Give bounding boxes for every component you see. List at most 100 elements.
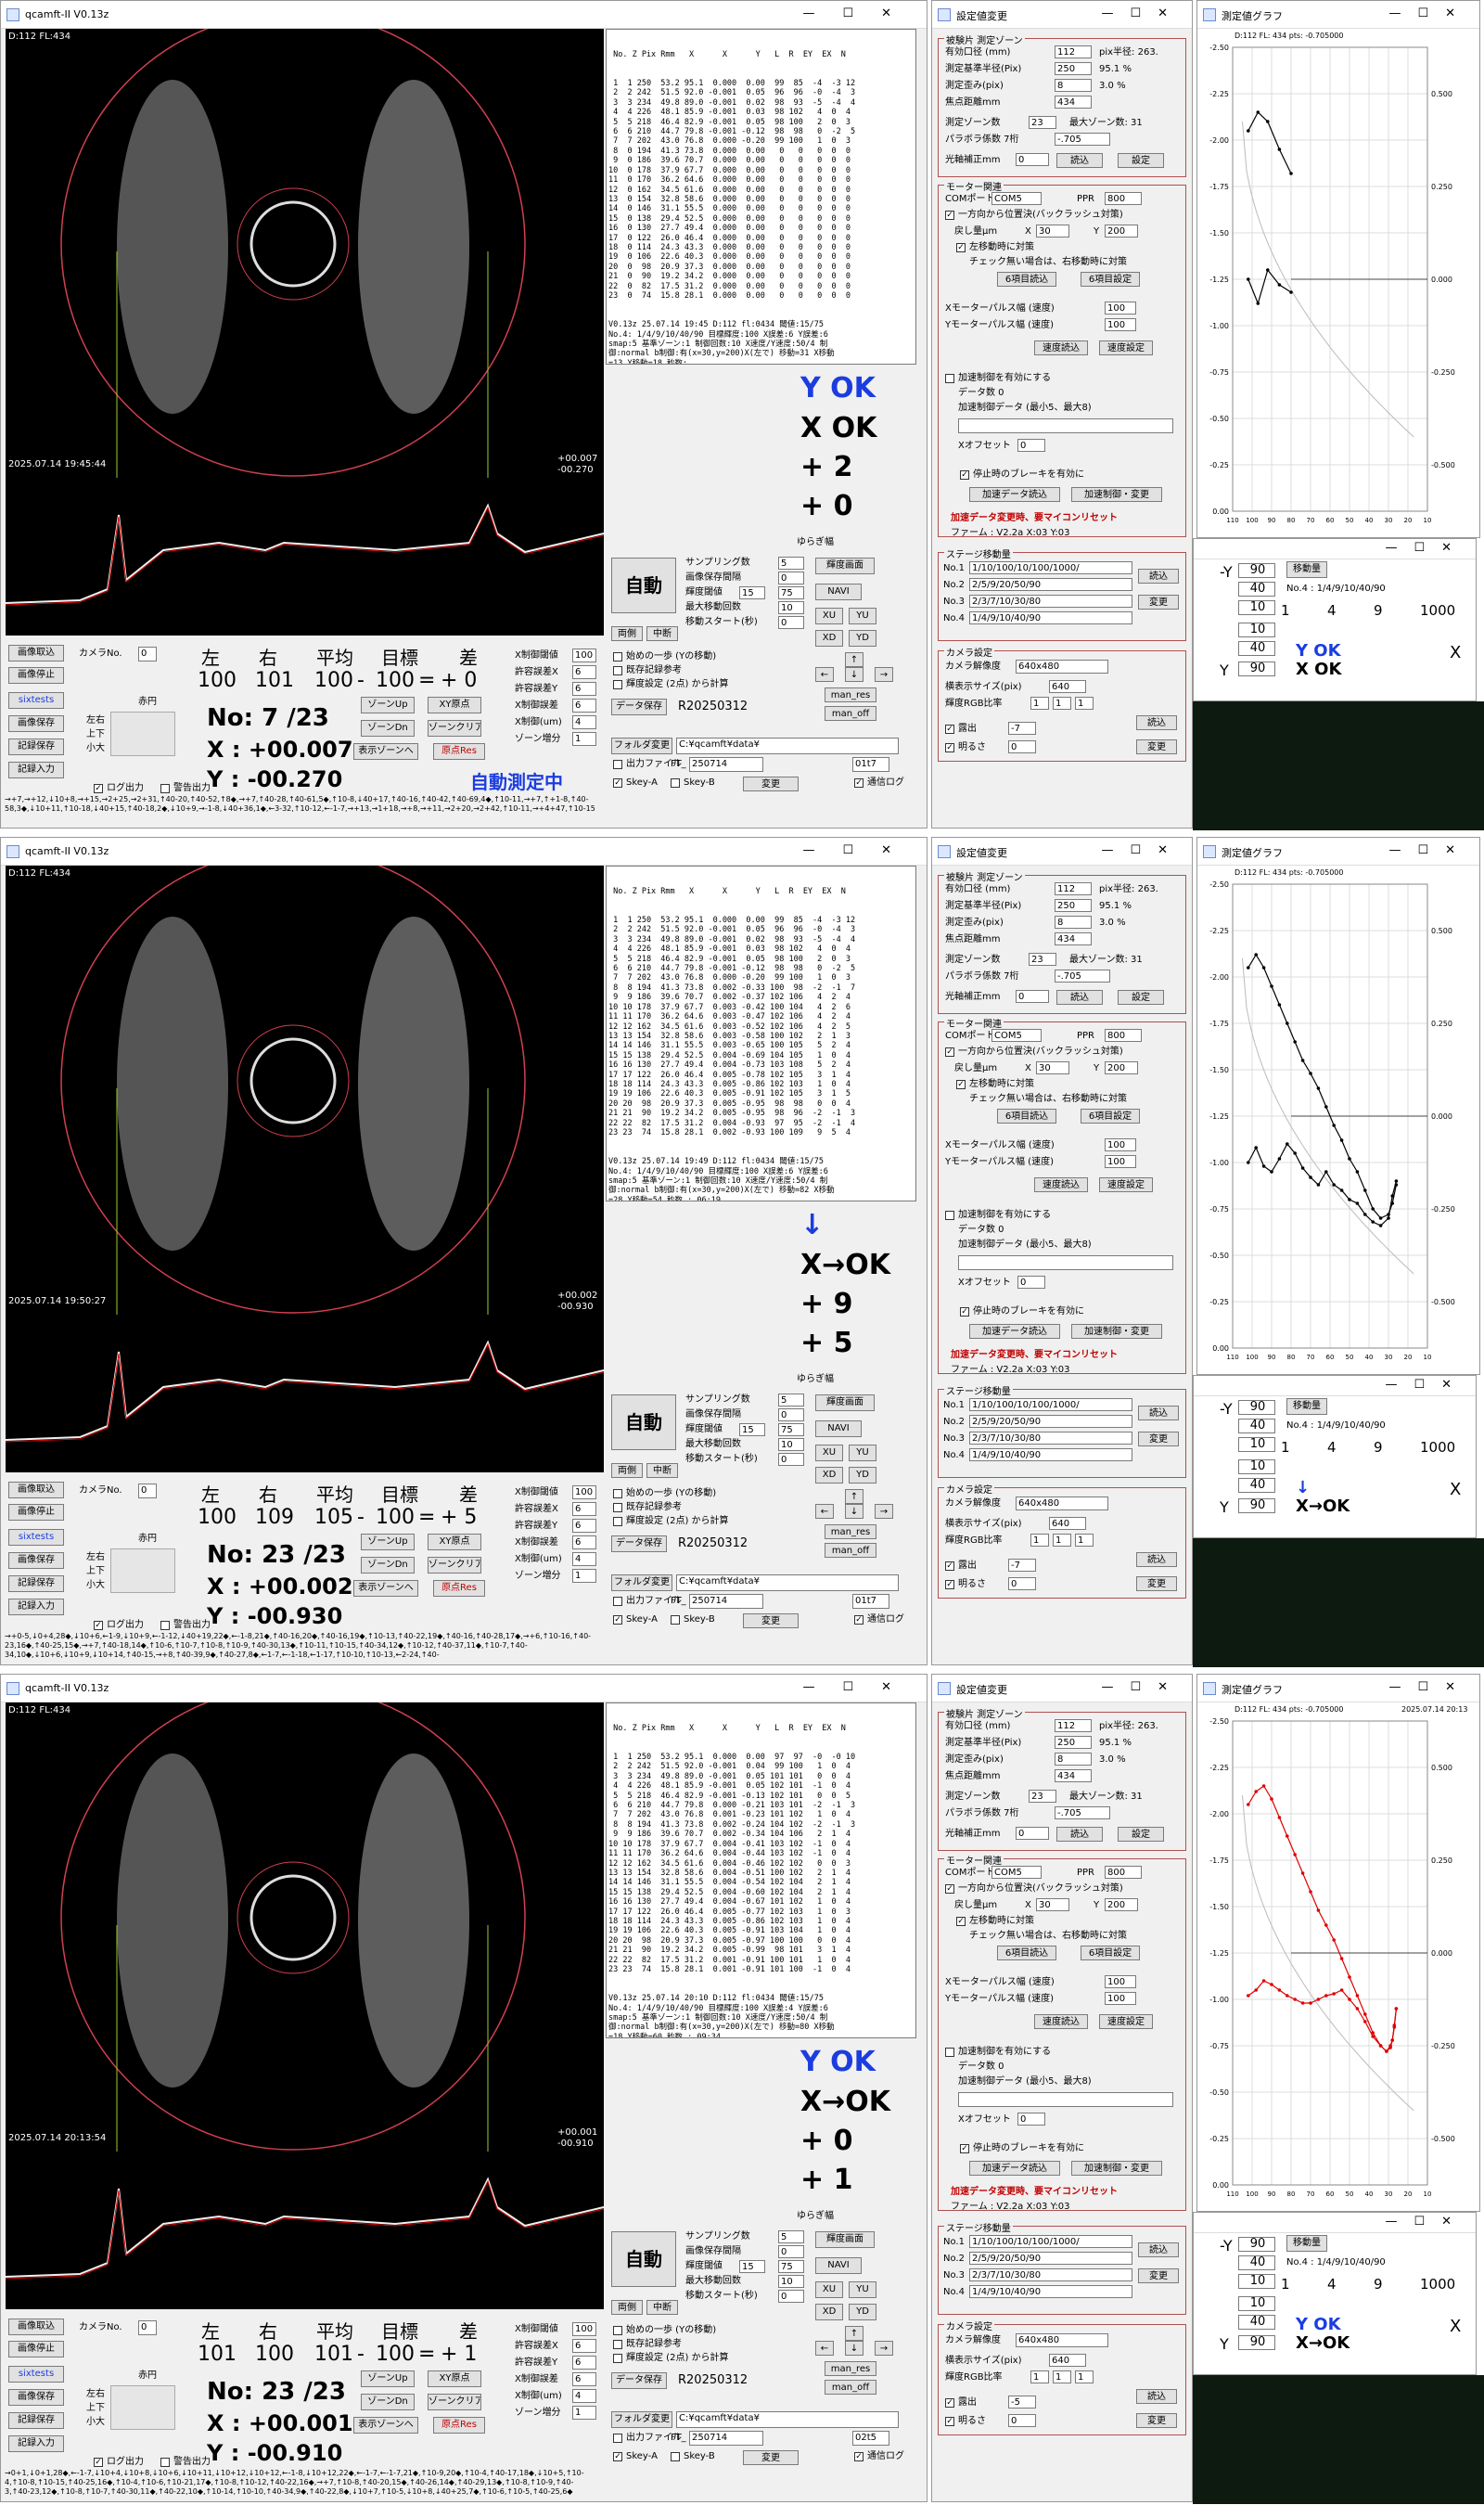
middle-button[interactable]: 中断	[646, 2300, 678, 2315]
accel-set-button[interactable]: 加速制御・変更	[1071, 1324, 1162, 1339]
max-move-input[interactable]: 10	[778, 1438, 804, 1451]
xy-steps[interactable]: 1 4 9 1000	[1281, 602, 1476, 619]
cam-read-button[interactable]: 読込	[1136, 1552, 1177, 1567]
zone-clear-button[interactable]: ゾーンクリア	[428, 720, 481, 737]
oneway-checkbox[interactable]: ✓	[945, 211, 954, 220]
settings-maximize-icon[interactable]: ☐	[1130, 843, 1158, 857]
bright-max-input[interactable]: 100	[572, 2322, 596, 2336]
save-image-button[interactable]: 画像保存	[8, 2389, 64, 2406]
up-arrow-button[interactable]: ↑	[845, 2326, 864, 2341]
light-corr-input[interactable]: 0	[1016, 1827, 1049, 1840]
xy-origin-button[interactable]: XY原点	[428, 2370, 481, 2387]
window-controls[interactable]: —☐✕	[802, 1680, 919, 1694]
accel-checkbox[interactable]	[945, 1211, 954, 1220]
show-zone-button[interactable]: 表示ゾーンへ	[353, 1580, 418, 1597]
xmove-input[interactable]: 4	[572, 2389, 596, 2403]
both-side-button[interactable]: 両側	[611, 1463, 643, 1478]
ppr-input[interactable]: 800	[1105, 1866, 1142, 1879]
move-start-input[interactable]: 0	[778, 616, 804, 629]
exposure-checkbox[interactable]: ✓	[945, 2398, 954, 2408]
cam-read-button[interactable]: 読込	[1136, 2389, 1177, 2404]
zone-dn-button[interactable]: ゾーンDn	[361, 2394, 415, 2410]
speed-set-button[interactable]: 速度設定	[1099, 340, 1153, 355]
six-read-button[interactable]: 6項目読込	[997, 1109, 1056, 1124]
warn-out-checkbox[interactable]	[160, 1621, 170, 1630]
minimize-icon[interactable]: —	[802, 6, 842, 20]
skey-a-checkbox[interactable]: ✓	[613, 778, 622, 788]
zone-up-button[interactable]: ゾーンUp	[361, 1534, 415, 1550]
xy-move-button[interactable]: 移動量	[1286, 1398, 1327, 1415]
xd-button[interactable]: XD	[815, 630, 843, 647]
bright-screen-button[interactable]: 輝度画面	[815, 558, 875, 574]
sixtests-button[interactable]: sixtests	[8, 2366, 64, 2383]
accel-read-button[interactable]: 加速データ読込	[969, 1324, 1060, 1339]
graph-close-icon[interactable]: ✕	[1445, 843, 1472, 857]
leftmove-checkbox[interactable]: ✓	[956, 243, 966, 252]
folder-change-button[interactable]: フォルダ変更	[611, 1574, 672, 1591]
stage-row-1[interactable]: 1/10/100/10/100/1000/	[969, 561, 1132, 574]
accel-read-button[interactable]: 加速データ読込	[969, 2161, 1060, 2176]
man-res-button[interactable]: man_res	[825, 687, 876, 702]
exposure-input[interactable]: -5	[1008, 2396, 1036, 2409]
brightness-checkbox[interactable]: ✓	[945, 2417, 954, 2426]
max-move-input[interactable]: 10	[778, 601, 804, 614]
graph-minimize-icon[interactable]: —	[1388, 1680, 1417, 1694]
skey-b-checkbox[interactable]	[671, 2452, 680, 2461]
first-step-checkbox[interactable]	[613, 652, 622, 662]
down-arrow-button[interactable]: ↓	[845, 2341, 864, 2356]
zone-table[interactable]: No. Z Pix Rmm X X Y L R EY EX N 1 1 250 …	[606, 1702, 916, 2038]
tol-x-input[interactable]: 6	[572, 1502, 596, 1516]
xy-40-input[interactable]: 40	[1238, 1419, 1275, 1433]
save-image-button[interactable]: 画像保存	[8, 715, 64, 732]
zone-read-button[interactable]: 読込	[1056, 153, 1103, 168]
xy-minimize-icon[interactable]: —	[1385, 541, 1414, 555]
xy-move-button[interactable]: 移動量	[1286, 2235, 1327, 2252]
accel-data-input[interactable]	[958, 418, 1173, 433]
camera-image[interactable]: D:112 FL:434 2025.07.14 19:45:44	[6, 29, 604, 478]
zone-up-button[interactable]: ゾーンUp	[361, 2370, 415, 2387]
max-move-input[interactable]: 10	[778, 2275, 804, 2288]
tol-y-input[interactable]: 6	[572, 1519, 596, 1533]
xy-40-input[interactable]: 40	[1238, 582, 1275, 597]
graph-minimize-icon[interactable]: —	[1388, 6, 1417, 20]
camera-no-input[interactable]: 0	[138, 2320, 157, 2335]
light-corr-input[interactable]: 0	[1016, 153, 1049, 166]
xy-step-1000[interactable]: 1000	[1420, 2276, 1455, 2293]
brightness-checkbox[interactable]: ✓	[945, 743, 954, 752]
stage-read-button[interactable]: 読込	[1138, 2242, 1179, 2257]
xy-plus-x[interactable]: X	[1450, 2317, 1461, 2336]
brake-checkbox[interactable]: ✓	[960, 470, 969, 480]
stage-set-button[interactable]: 変更	[1138, 2268, 1179, 2283]
close-icon[interactable]: ✕	[881, 6, 919, 20]
settings-minimize-icon[interactable]: —	[1101, 843, 1130, 857]
ppr-input[interactable]: 800	[1105, 192, 1142, 205]
zone-set-button[interactable]: 設定	[1118, 1827, 1164, 1842]
man-res-button[interactable]: man_res	[825, 1524, 876, 1539]
skey-a-checkbox[interactable]: ✓	[613, 1615, 622, 1625]
folder-path[interactable]: C:¥qcamft¥data¥	[676, 2411, 899, 2428]
down-arrow-button[interactable]: ↓	[845, 667, 864, 682]
record-save-button[interactable]: 記録保存	[8, 2412, 64, 2429]
through-log-checkbox[interactable]: ✓	[854, 778, 864, 788]
tol-y-input[interactable]: 6	[572, 682, 596, 696]
ref-radius-input[interactable]: 250	[1055, 1736, 1092, 1749]
xy-plus-x[interactable]: X	[1450, 643, 1461, 662]
file-input[interactable]: 250714	[689, 2431, 763, 2446]
xy-40-input[interactable]: 40	[1238, 2255, 1275, 2270]
move-start-input[interactable]: 0	[778, 1453, 804, 1466]
navi-button[interactable]: NAVI	[815, 2257, 862, 2274]
xy-90b-input[interactable]: 90	[1238, 1498, 1275, 1513]
xy-close-icon[interactable]: ✕	[1441, 541, 1468, 555]
bright-thr-input-1[interactable]: 15	[739, 1423, 765, 1436]
tol-y-input[interactable]: 6	[572, 2356, 596, 2370]
window-controls[interactable]: —☐✕	[802, 6, 919, 20]
xmove-input[interactable]: 4	[572, 715, 596, 729]
xy-close-icon[interactable]: ✕	[1441, 2215, 1468, 2229]
right-arrow-button[interactable]: →	[875, 667, 893, 682]
origin-res-button[interactable]: 原点Res	[433, 1580, 485, 1597]
record-input-button[interactable]: 記録入力	[8, 2435, 64, 2452]
xy-maximize-icon[interactable]: ☐	[1414, 541, 1441, 555]
capture-button[interactable]: 画像取込	[8, 1482, 64, 1498]
cam-width-input[interactable]: 640	[1049, 1517, 1086, 1530]
backlash-x-input[interactable]: 30	[1036, 1898, 1069, 1911]
